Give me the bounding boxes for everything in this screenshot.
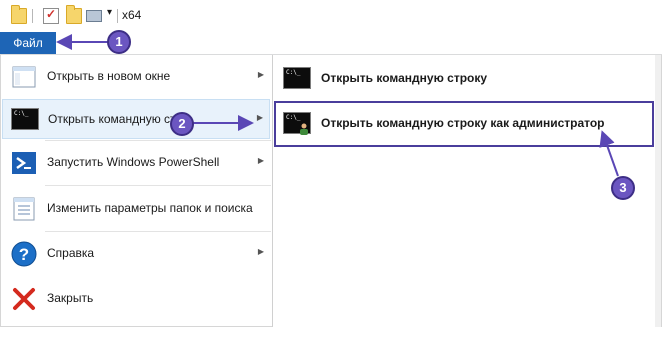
arrow-3 — [599, 130, 619, 177]
annotation-arrows — [56, 34, 619, 177]
callout-2: 2 — [170, 112, 194, 136]
callout-1: 1 — [107, 30, 131, 54]
callout-3: 3 — [611, 176, 635, 200]
window-bottom — [0, 327, 662, 339]
